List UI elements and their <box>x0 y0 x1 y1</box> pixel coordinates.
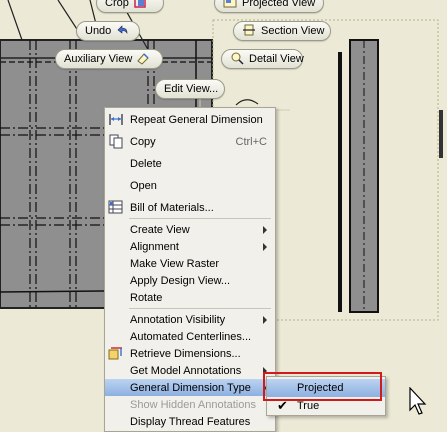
menu-item-make-view-raster[interactable]: Make View Raster <box>105 255 275 272</box>
menu-item-display-thread-features[interactable]: Display Thread Features <box>105 413 275 430</box>
menu-item-apply-design-view[interactable]: Apply Design View... <box>105 272 275 289</box>
menu-item-label: Retrieve Dimensions... <box>130 347 241 360</box>
menu-item-alignment[interactable]: Alignment <box>105 238 275 255</box>
edit-view-label: Edit View... <box>164 83 219 95</box>
drawing-view-side[interactable] <box>338 39 379 313</box>
submenu-arrow-icon <box>263 316 267 324</box>
menu-item-delete[interactable]: Delete <box>105 155 275 172</box>
auxiliary-view-label: Auxiliary View <box>64 53 133 65</box>
mouse-cursor-icon <box>409 387 427 415</box>
menu-item-label: Automated Centerlines... <box>130 330 252 343</box>
menu-item-retrieve-dimensions[interactable]: Retrieve Dimensions... <box>105 345 275 362</box>
menu-separator <box>129 218 271 219</box>
menu-item-bill-of-materials[interactable]: Bill of Materials... <box>105 199 275 216</box>
context-menu: Repeat General Dimension Copy Ctrl+C Del… <box>104 107 276 432</box>
menu-item-label: Annotation Visibility <box>130 313 226 326</box>
edit-view-button[interactable]: Edit View... <box>155 79 225 99</box>
menu-item-label: Bill of Materials... <box>130 201 214 214</box>
menu-item-label: Show Hidden Annotations <box>130 398 256 411</box>
menu-item-label: Apply Design View... <box>130 274 231 287</box>
auxiliary-view-icon <box>136 51 150 68</box>
submenu-item-label: True <box>297 400 320 412</box>
menu-item-label: Alignment <box>130 240 179 253</box>
retrieve-dimensions-icon <box>108 346 124 361</box>
projected-view-icon <box>223 0 237 12</box>
auxiliary-view-button[interactable]: Auxiliary View <box>55 49 163 69</box>
crop-label: Crop <box>105 0 129 9</box>
projected-view-button[interactable]: Projected View <box>214 0 324 13</box>
menu-item-label: Display Thread Features <box>130 415 251 428</box>
undo-button[interactable]: Undo <box>76 21 140 41</box>
menu-item-create-view[interactable]: Create View <box>105 221 275 238</box>
edge-marker <box>439 110 443 158</box>
detail-view-button[interactable]: Detail View <box>221 49 304 69</box>
highlight-callout-box <box>263 372 382 401</box>
menu-item-shortcut: Ctrl+C <box>235 135 267 148</box>
menu-item-show-hidden-annotations[interactable]: Show Hidden Annotations <box>105 396 275 413</box>
undo-icon <box>115 23 129 40</box>
section-view-button[interactable]: Section View <box>233 21 331 41</box>
menu-separator <box>129 308 271 309</box>
menu-item-get-model-annotations[interactable]: Get Model Annotations <box>105 362 275 379</box>
detail-view-icon <box>230 51 244 68</box>
dimension-icon <box>108 112 124 127</box>
menu-item-label: Create View <box>130 223 190 236</box>
menu-item-repeat-general-dimension[interactable]: Repeat General Dimension <box>105 111 275 128</box>
detail-view-label: Detail View <box>249 53 304 65</box>
menu-item-label: Make View Raster <box>130 257 220 270</box>
menu-item-label: Delete <box>130 157 162 170</box>
menu-item-copy[interactable]: Copy Ctrl+C <box>105 133 275 150</box>
copy-icon <box>108 134 124 149</box>
crop-icon <box>133 0 147 12</box>
menu-item-open[interactable]: Open <box>105 177 275 194</box>
bom-icon <box>108 200 124 215</box>
menu-item-label: Copy <box>130 135 156 148</box>
crop-button[interactable]: Crop <box>96 0 164 13</box>
edit-view-arc <box>235 99 259 106</box>
submenu-arrow-icon <box>263 226 267 234</box>
menu-item-label: Rotate <box>130 291 163 304</box>
menu-item-rotate[interactable]: Rotate <box>105 289 275 306</box>
menu-item-automated-centerlines[interactable]: Automated Centerlines... <box>105 328 275 345</box>
section-view-label: Section View <box>261 25 325 37</box>
section-view-icon <box>242 23 256 40</box>
projected-view-label: Projected View <box>242 0 316 9</box>
menu-item-general-dimension-type[interactable]: General Dimension Type <box>105 379 275 396</box>
undo-label: Undo <box>85 25 112 37</box>
menu-item-label: General Dimension Type <box>130 381 251 394</box>
menu-item-label: Get Model Annotations <box>130 364 242 377</box>
menu-item-label: Repeat General Dimension <box>130 113 263 126</box>
menu-item-label: Open <box>130 179 157 192</box>
submenu-arrow-icon <box>263 243 267 251</box>
menu-item-annotation-visibility[interactable]: Annotation Visibility <box>105 311 275 328</box>
